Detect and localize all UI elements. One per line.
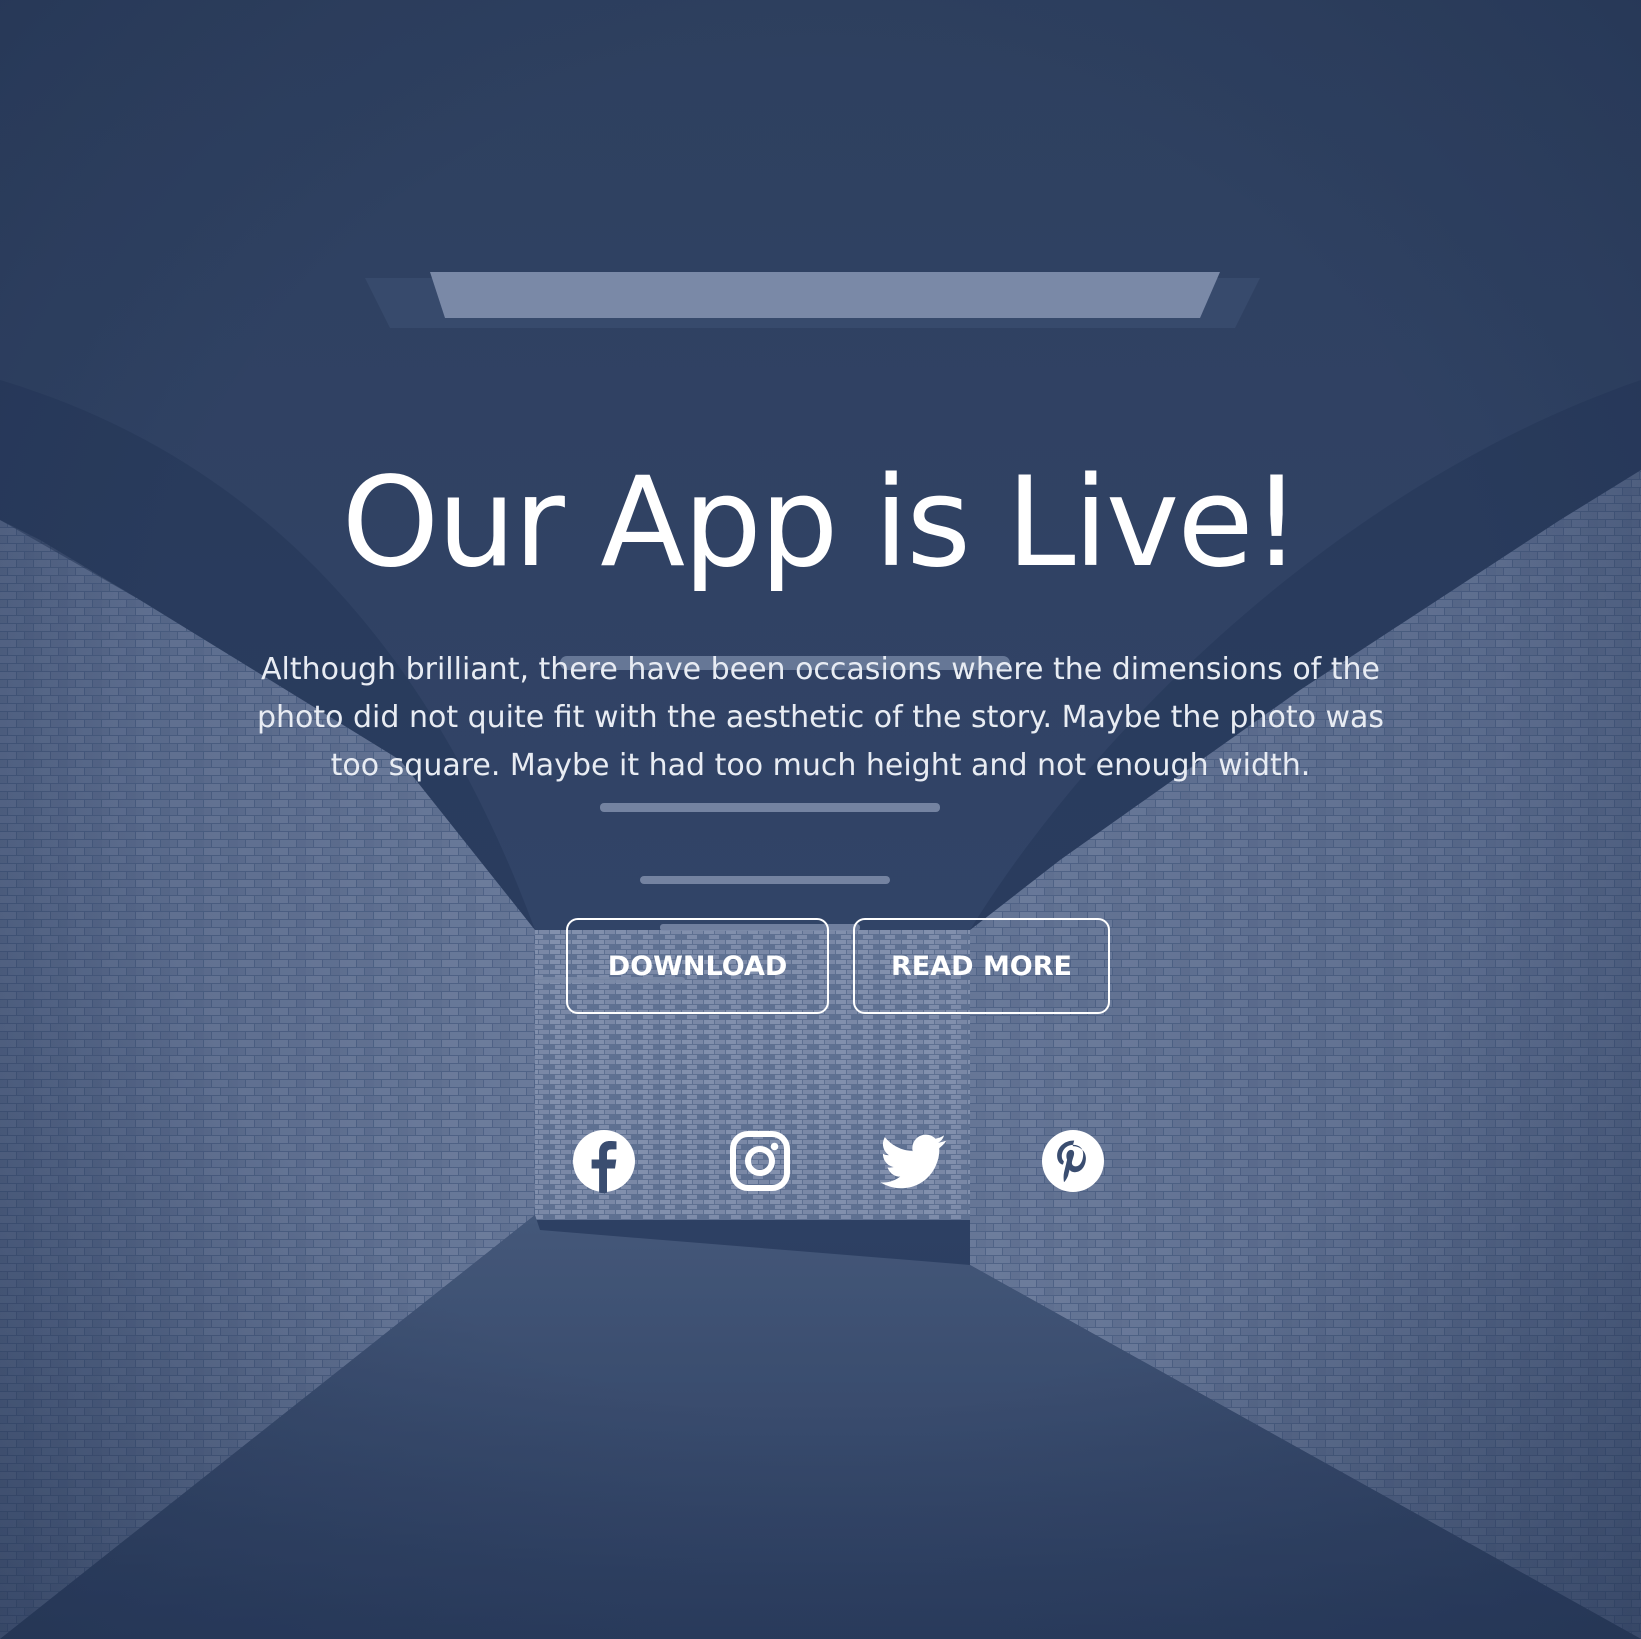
hero-description: Although brilliant, there have been occa… [256, 652, 1385, 783]
read-more-button-label: READ MORE [891, 950, 1072, 982]
instagram-link[interactable] [727, 1128, 793, 1194]
hero-section: Our App is Live! Although brilliant, the… [0, 0, 1641, 1639]
pinterest-icon [1042, 1130, 1104, 1192]
pinterest-link[interactable] [1040, 1128, 1106, 1194]
twitter-link[interactable] [881, 1128, 947, 1194]
facebook-link[interactable] [571, 1128, 637, 1194]
instagram-icon [730, 1131, 790, 1191]
read-more-button[interactable]: READ MORE [853, 918, 1110, 1014]
download-button[interactable]: DOWNLOAD [566, 918, 829, 1014]
hero-title: Our App is Live! [341, 451, 1302, 595]
twitter-icon [881, 1134, 946, 1189]
hero-content: Our App is Live! Although brilliant, the… [0, 0, 1641, 1639]
facebook-icon [573, 1130, 635, 1194]
download-button-label: DOWNLOAD [607, 950, 788, 982]
